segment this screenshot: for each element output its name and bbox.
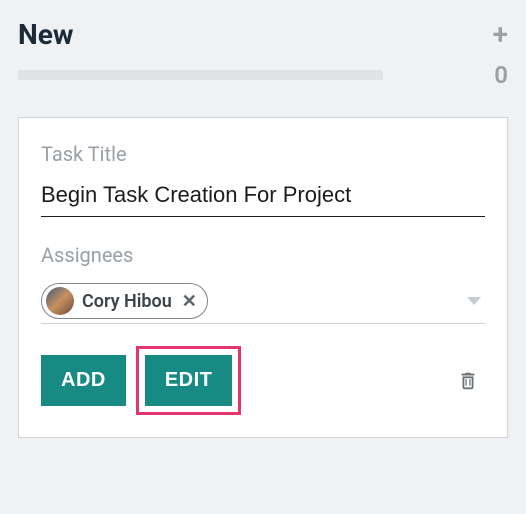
trash-icon[interactable] (457, 369, 479, 393)
add-button[interactable]: ADD (41, 355, 126, 406)
column-count: 0 (494, 61, 508, 89)
column-header: New + (18, 18, 508, 51)
column-title: New (18, 18, 73, 51)
assignees-label: Assignees (41, 243, 485, 267)
dropdown-caret-icon[interactable] (467, 297, 481, 305)
task-card: Task Title Assignees Cory Hibou ✕ ADD ED… (18, 117, 508, 438)
progress-bar (18, 70, 383, 80)
assignee-name: Cory Hibou (82, 291, 172, 312)
add-column-item-icon[interactable]: + (493, 21, 508, 49)
task-title-input[interactable] (41, 182, 485, 217)
remove-assignee-icon[interactable]: ✕ (182, 291, 197, 312)
task-title-label: Task Title (41, 142, 485, 166)
assignees-field[interactable]: Cory Hibou ✕ (41, 283, 485, 324)
progress-row: 0 (18, 61, 508, 89)
actions-row: ADD EDIT (41, 346, 485, 415)
avatar (46, 287, 74, 315)
edit-highlight: EDIT (136, 346, 242, 415)
edit-button[interactable]: EDIT (145, 355, 233, 406)
assignee-chip[interactable]: Cory Hibou ✕ (41, 283, 208, 319)
